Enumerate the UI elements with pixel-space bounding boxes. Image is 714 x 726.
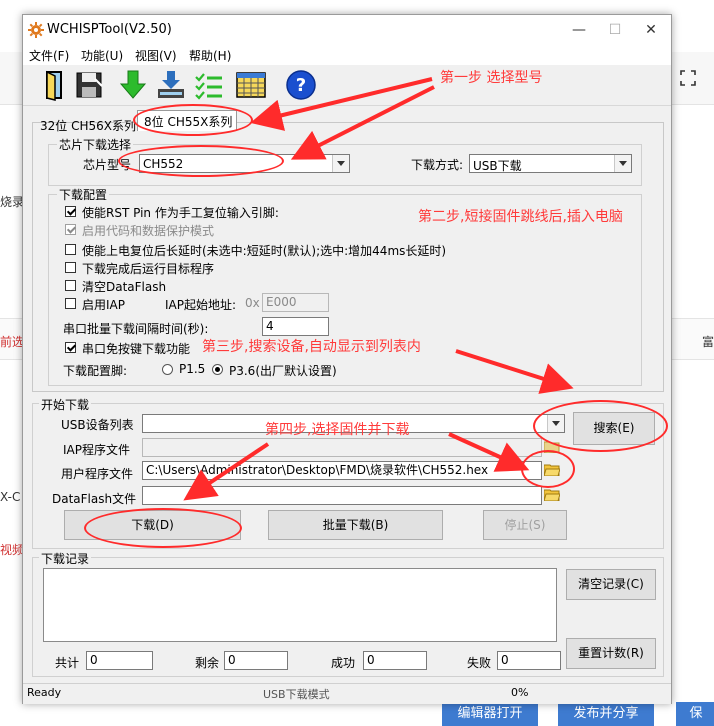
annotation-step4: 第四步,选择固件并下载 [265, 422, 410, 438]
annotation-step2: 第二步,短接固件跳线后,插入电脑 [418, 209, 623, 225]
annotation-step3: 第三步,搜索设备,自动显示到列表内 [202, 339, 421, 355]
annotation-arrows [183, 77, 574, 501]
annotation-step1: 第一步 选择型号 [440, 70, 543, 86]
